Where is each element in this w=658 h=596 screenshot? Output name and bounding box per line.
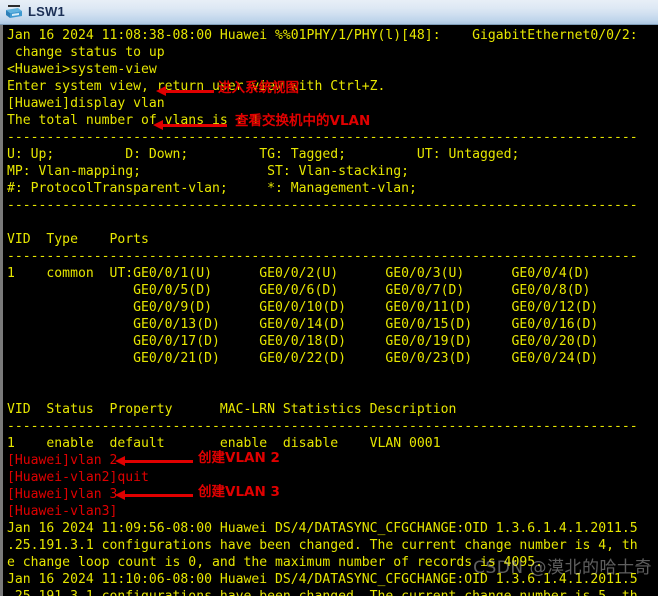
terminal-line: ----------------------------------------… — [7, 130, 638, 145]
terminal-line: MP: Vlan-mapping; ST: Vlan-stacking; — [7, 164, 410, 179]
terminal-line: Jan 16 2024 11:10:06-08:00 Huawei DS/4/D… — [7, 572, 638, 587]
terminal-line: GE0/0/5(D) GE0/0/6(D) GE0/0/7(D) GE0/0/8… — [7, 283, 591, 298]
terminal-line: GE0/0/21(D) GE0/0/22(D) GE0/0/23(D) GE0/… — [7, 351, 599, 366]
terminal-output-pane[interactable]: Jan 16 2024 11:08:38-08:00 Huawei %%01PH… — [0, 25, 658, 596]
window-titlebar[interactable]: LSW1 — [0, 0, 658, 25]
terminal-line: .25.191.3.1 configurations have been cha… — [7, 538, 638, 553]
terminal-line: VID Type Ports — [7, 232, 149, 247]
terminal-line: ----------------------------------------… — [7, 198, 638, 213]
terminal-line: GE0/0/17(D) GE0/0/18(D) GE0/0/19(D) GE0/… — [7, 334, 599, 349]
emulator-window: LSW1 Jan 16 2024 11:08:38-08:00 Huawei %… — [0, 0, 658, 596]
terminal-line: [Huawei-vlan2]quit — [7, 470, 149, 485]
terminal-line: change status to up — [7, 45, 165, 60]
annotation-label-system-view: 进入系统视图 — [218, 80, 299, 96]
terminal-line: 1 enable default enable disable VLAN 000… — [7, 436, 441, 451]
terminal-line: VID Status Property MAC-LRN Statistics D… — [7, 402, 457, 417]
terminal-line: [Huawei]display vlan — [7, 96, 165, 111]
terminal-line: [Huawei]vlan 3 — [7, 487, 118, 502]
terminal-line: [Huawei-vlan3] — [7, 504, 118, 519]
terminal-line: #: ProtocolTransparent-vlan; *: Manageme… — [7, 181, 417, 196]
annotation-arrow-system-view — [156, 86, 214, 97]
terminal-line: Jan 16 2024 11:08:38-08:00 Huawei %%01PH… — [7, 28, 638, 43]
annotation-arrow-vlan2 — [115, 456, 193, 467]
terminal-line: [Huawei]vlan 2 — [7, 453, 118, 468]
terminal-line: ----------------------------------------… — [7, 249, 638, 264]
annotation-arrow-display-vlan — [153, 120, 227, 131]
terminal-line: Jan 16 2024 11:09:56-08:00 Huawei DS/4/D… — [7, 521, 638, 536]
terminal-line: GE0/0/9(D) GE0/0/10(D) GE0/0/11(D) GE0/0… — [7, 300, 599, 315]
terminal-line: 1 common UT:GE0/0/1(U) GE0/0/2(U) GE0/0/… — [7, 266, 591, 281]
terminal-line: U: Up; D: Down; TG: Tagged; UT: Untagged… — [7, 147, 520, 162]
annotation-label-vlan3: 创建VLAN 3 — [198, 484, 280, 500]
annotation-label-vlan2: 创建VLAN 2 — [198, 450, 280, 466]
annotation-label-display-vlan: 查看交换机中的VLAN — [235, 113, 371, 129]
terminal-line: Enter system view, return user view with… — [7, 79, 386, 94]
terminal-line: .25.191.3.1 configurations have been cha… — [7, 588, 658, 596]
switch-icon — [4, 3, 24, 21]
terminal-line: e change loop count is 0, and the maximu… — [7, 555, 544, 570]
terminal-line: <Huawei>system-view — [7, 62, 157, 77]
terminal-line: ----------------------------------------… — [7, 419, 638, 434]
window-title: LSW1 — [28, 4, 65, 19]
terminal-line: GE0/0/13(D) GE0/0/14(D) GE0/0/15(D) GE0/… — [7, 317, 599, 332]
terminal-lines: Jan 16 2024 11:08:38-08:00 Huawei %%01PH… — [3, 25, 658, 596]
annotation-arrow-vlan3 — [115, 490, 193, 501]
